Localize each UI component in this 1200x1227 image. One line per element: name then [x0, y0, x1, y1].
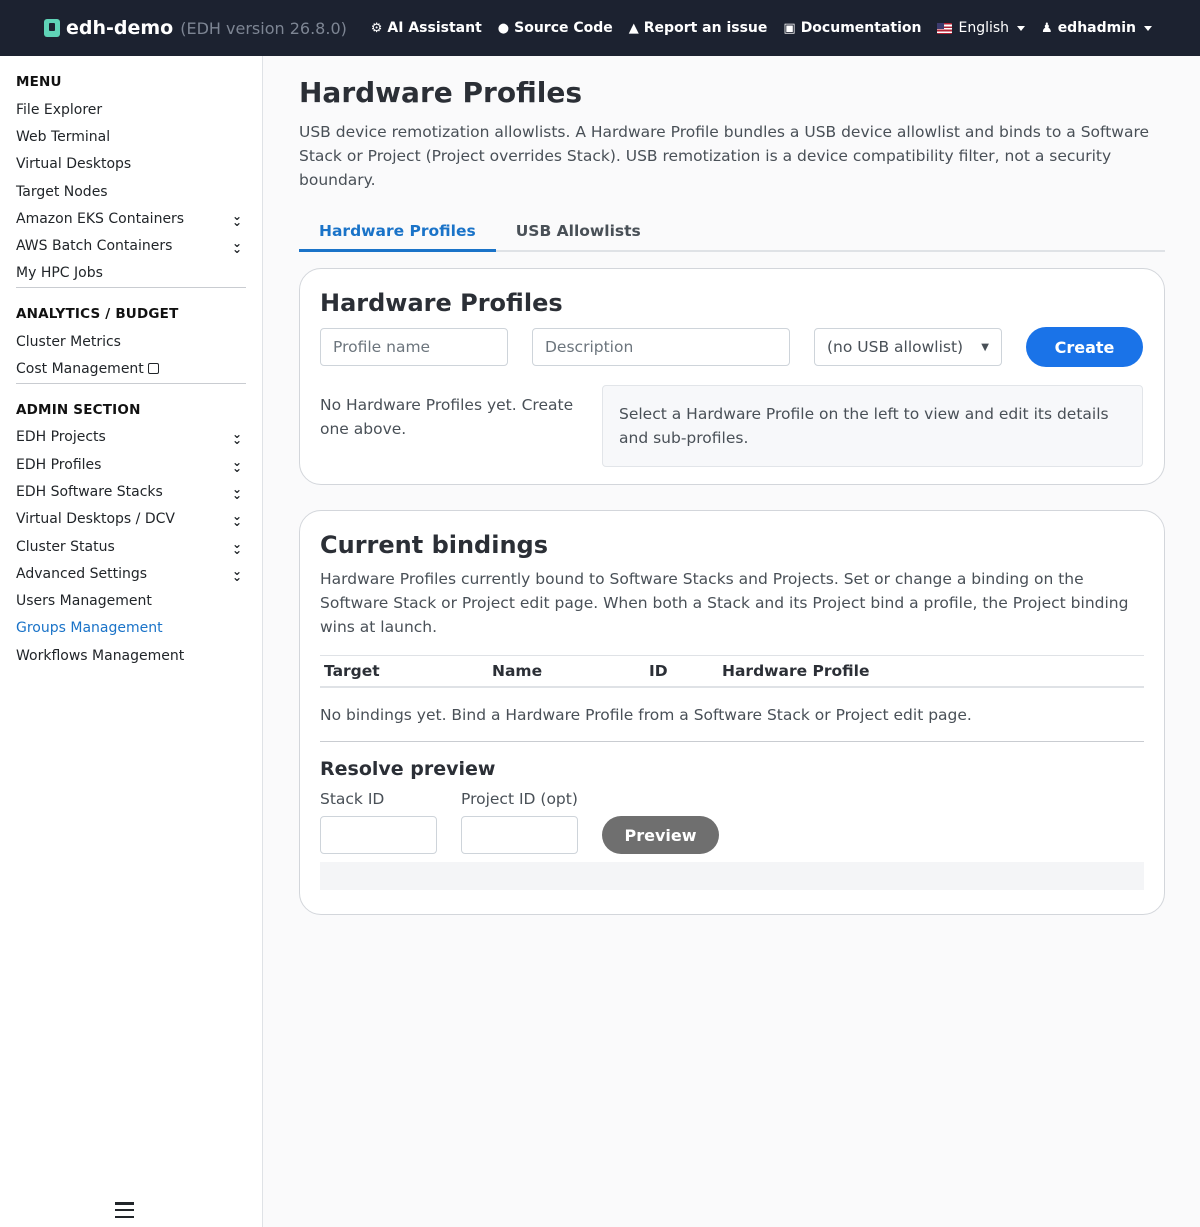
double-chevron-down-icon: ⌄ ⌄ — [231, 454, 242, 475]
double-chevron-down-icon: ⌄ ⌄ — [231, 481, 242, 502]
chevron-down-icon: ▼ — [981, 341, 989, 353]
ai-assistant-label: AI Assistant — [387, 20, 482, 36]
double-chevron-down-icon: ⌄ ⌄ — [231, 236, 242, 257]
version-label: (EDH version 26.8.0) — [180, 18, 347, 38]
sidebar-item-web-terminal[interactable]: Web Terminal — [16, 123, 246, 150]
github-icon: ● — [497, 20, 510, 36]
external-link-icon — [147, 363, 159, 375]
page-title: Hardware Profiles — [299, 76, 583, 109]
project-id-input[interactable] — [461, 816, 578, 854]
bindings-table: Target Name ID Hardware Profile — [320, 655, 1144, 688]
caret-down-icon — [1144, 25, 1152, 31]
usb-allowlist-value: (no USB allowlist) — [827, 338, 964, 356]
source-code-link[interactable]: ● Source Code — [498, 20, 613, 36]
sidebar-item-workflows-management[interactable]: Workflows Management — [16, 642, 246, 669]
preview-button[interactable]: Preview — [602, 816, 719, 854]
card-title: Current bindings — [320, 531, 549, 559]
sidebar-item-cluster-status[interactable]: Cluster Status ⌄ ⌄ — [16, 533, 246, 560]
column-header-target: Target — [320, 655, 488, 688]
hardware-profiles-card: Hardware Profiles Profile name Descripti… — [299, 268, 1165, 485]
language-dropdown[interactable]: English — [937, 20, 1026, 36]
profiles-empty-text: No Hardware Profiles yet. Create one abo… — [320, 396, 574, 438]
documentation-label: Documentation — [800, 20, 922, 36]
card-title: Hardware Profiles — [320, 289, 563, 317]
sidebar-item-eks-containers[interactable]: Amazon EKS Containers ⌄ ⌄ — [16, 205, 246, 232]
analytics-heading: ANALYTICS / BUDGET — [16, 306, 179, 323]
description-input[interactable]: Description — [532, 328, 790, 366]
sidebar-item-advanced-settings[interactable]: Advanced Settings ⌄ ⌄ — [16, 560, 246, 587]
ai-assistant-link[interactable]: ⚙ AI Assistant — [371, 20, 482, 36]
double-chevron-down-icon: ⌄ ⌄ — [231, 536, 242, 557]
brand-name: edh-demo — [66, 17, 174, 39]
profile-name-input[interactable]: Profile name — [320, 328, 508, 366]
main-content: Hardware Profiles USB device remotizatio… — [299, 56, 1165, 915]
divider — [16, 287, 246, 289]
sidebar-item-software-stacks[interactable]: EDH Software Stacks ⌄ ⌄ — [16, 478, 246, 505]
menu-heading: MENU — [16, 74, 62, 90]
bindings-empty-text: No bindings yet. Bind a Hardware Profile… — [320, 688, 1144, 742]
report-issue-label: Report an issue — [643, 20, 768, 36]
user-dropdown[interactable]: ♟ edhadmin — [1041, 20, 1152, 36]
documentation-link[interactable]: ▣ Documentation — [783, 20, 921, 36]
tab-hardware-profiles[interactable]: Hardware Profiles — [299, 214, 496, 252]
robot-icon: ⚙ — [370, 20, 383, 36]
bindings-description: Hardware Profiles currently bound to Sof… — [320, 570, 1129, 636]
caret-down-icon — [1017, 25, 1026, 31]
user-icon: ♟ — [1041, 20, 1053, 36]
profile-details-placeholder: Select a Hardware Profile on the left to… — [602, 385, 1143, 467]
stack-id-label: Stack ID — [320, 790, 385, 808]
sidebar-item-batch-containers[interactable]: AWS Batch Containers ⌄ ⌄ — [16, 232, 246, 259]
source-code-label: Source Code — [514, 20, 613, 36]
divider — [16, 382, 246, 384]
brand-logo-icon — [44, 19, 60, 37]
user-label: edhadmin — [1057, 20, 1136, 36]
sidebar-item-edh-projects[interactable]: EDH Projects ⌄ ⌄ — [16, 424, 246, 451]
brand[interactable]: edh-demo (EDH version 26.8.0) — [44, 17, 347, 39]
tab-bar: Hardware Profiles USB Allowlists — [299, 214, 1165, 252]
sidebar-item-file-explorer[interactable]: File Explorer — [16, 96, 246, 123]
sidebar-item-target-nodes[interactable]: Target Nodes — [16, 178, 246, 205]
sidebar-item-edh-profiles[interactable]: EDH Profiles ⌄ ⌄ — [16, 451, 246, 478]
top-navbar: edh-demo (EDH version 26.8.0) ⚙ AI Assis… — [0, 0, 1200, 56]
usb-allowlist-select[interactable]: (no USB allowlist) ▼ — [814, 328, 1002, 366]
report-issue-link[interactable]: ▲ Report an issue — [629, 20, 768, 36]
page-description: USB device remotization allowlists. A Ha… — [299, 123, 1150, 189]
stack-id-input[interactable] — [320, 816, 437, 854]
column-header-hardware-profile: Hardware Profile — [718, 655, 1144, 688]
sidebar-item-cluster-metrics[interactable]: Cluster Metrics — [16, 328, 246, 355]
column-header-name: Name — [488, 655, 645, 688]
project-id-label: Project ID (opt) — [461, 790, 578, 808]
language-label: English — [958, 20, 1010, 36]
column-header-id: ID — [645, 655, 718, 688]
admin-heading: ADMIN SECTION — [16, 401, 141, 418]
us-flag-icon — [937, 22, 953, 34]
current-bindings-card: Current bindings Hardware Profiles curre… — [299, 510, 1165, 915]
sidebar-item-groups-management[interactable]: Groups Management — [16, 615, 246, 642]
sidebar-item-users-management[interactable]: Users Management — [16, 587, 246, 614]
double-chevron-down-icon: ⌄ ⌄ — [231, 563, 242, 584]
book-icon: ▣ — [783, 20, 796, 36]
sidebar-item-cost-management[interactable]: Cost Management — [16, 355, 246, 382]
create-button[interactable]: Create — [1026, 327, 1143, 367]
sidebar-item-hpc-jobs[interactable]: My HPC Jobs — [16, 260, 246, 287]
resolve-preview-title: Resolve preview — [320, 758, 496, 780]
double-chevron-down-icon: ⌄ ⌄ — [231, 509, 242, 530]
double-chevron-down-icon: ⌄ ⌄ — [231, 427, 242, 448]
hamburger-menu-icon[interactable] — [115, 1202, 134, 1218]
tab-usb-allowlists[interactable]: USB Allowlists — [496, 214, 661, 250]
double-chevron-down-icon: ⌄ ⌄ — [231, 208, 242, 229]
sidebar-item-virtual-desktops[interactable]: Virtual Desktops — [16, 151, 246, 178]
sidebar: MENU File Explorer Web Terminal Virtual … — [0, 56, 263, 1227]
warning-icon: ▲ — [628, 20, 639, 36]
preview-result-area — [320, 862, 1144, 890]
sidebar-item-virtual-desktops-dcv[interactable]: Virtual Desktops / DCV ⌄ ⌄ — [16, 506, 246, 533]
